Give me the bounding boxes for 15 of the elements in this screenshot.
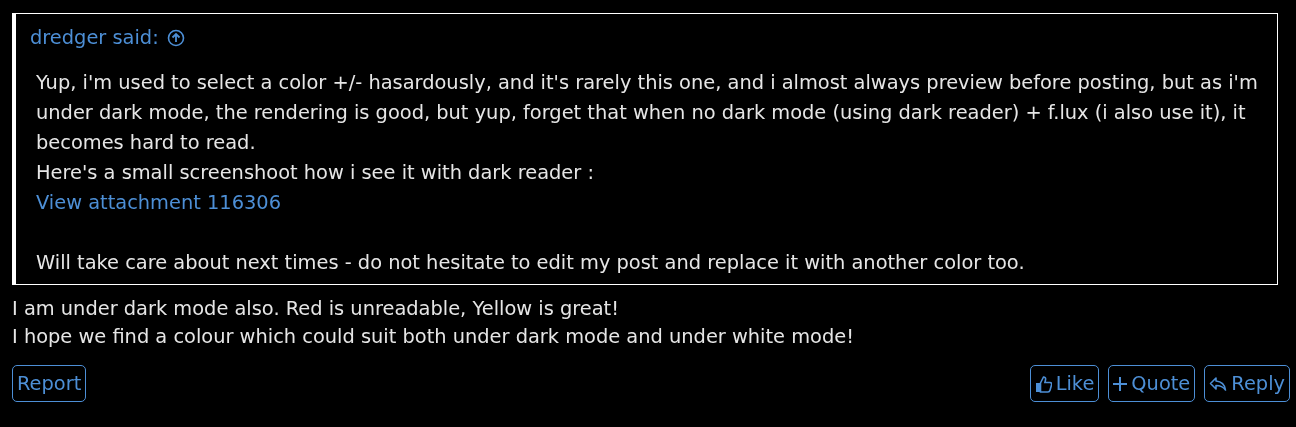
message-text: I am under dark mode also. Red is unreadable, Yellow is great! (12, 296, 620, 322)
quote-button[interactable]: Quote (1108, 365, 1196, 402)
thumbs-up-icon (1034, 374, 1052, 393)
message-text: I hope we find a colour which could suit both under dark mode and under white mode! (12, 324, 855, 350)
quote-text: Here's a small screenshoot how i see it with dark reader : (36, 160, 595, 186)
attachment-link[interactable]: View attachment 116306 (36, 191, 281, 214)
reply-button[interactable]: Reply (1204, 365, 1290, 402)
arrow-up-icon[interactable] (166, 29, 185, 47)
quote-text: Yup, i'm used to select a color +/- hasardously, and it's rarely this one, and i almost always preview before posting, but as i'm under dark mode, the rendering is good, but yup, forget that when no dark mode (using dark reader) + f.lux (i also use it), it becomes hard to read. (36, 70, 1259, 156)
quote-author[interactable]: dredger said: (30, 23, 159, 53)
reply-arrow-icon (1209, 375, 1228, 392)
plus-icon (1113, 376, 1128, 391)
like-button[interactable]: Like (1029, 365, 1100, 402)
report-button[interactable]: Report (12, 365, 87, 402)
quote-text: Will take care about next times - do not hesitate to edit my post and replace it with another color too. (36, 250, 1026, 276)
